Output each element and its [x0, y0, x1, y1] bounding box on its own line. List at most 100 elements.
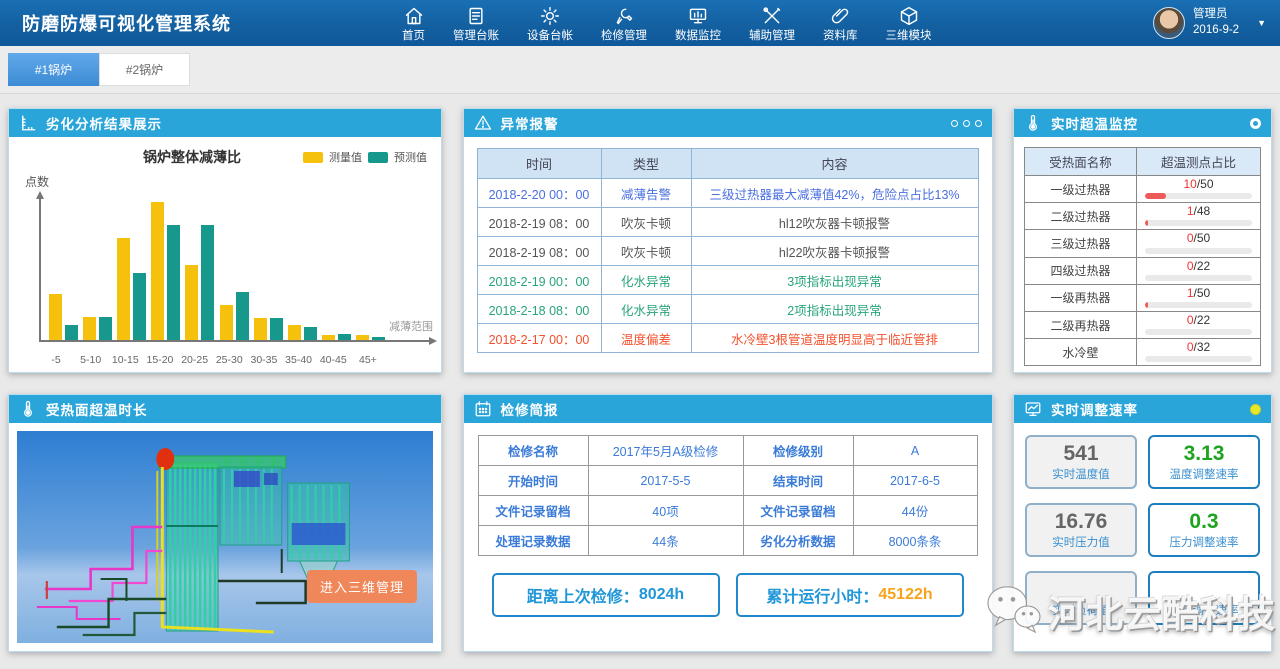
alarm-row[interactable]: 2018-2-17 00：00 温度偏差 水冷壁3根管道温度明显高于临近管排 [477, 324, 978, 353]
maintenance-counters: 距离上次检修：8024h 累计运行小时：45122h [478, 573, 978, 617]
maintenance-value: 44份 [853, 496, 977, 526]
user-name: 管理员 [1193, 7, 1239, 23]
surface-name: 一级再热器 [1025, 284, 1137, 311]
surface-name: 二级再热器 [1025, 311, 1137, 338]
panel-rates: 实时调整速率 541 实时温度值 3.13 温度调整速率 16.76 实时压力值… [1013, 394, 1272, 652]
surface-name: 一级过热器 [1025, 176, 1137, 203]
panel-alarms-title: 异常报警 [501, 113, 559, 133]
home-icon [404, 6, 424, 26]
legend-swatch-measured [303, 152, 323, 163]
legend-label-measured: 测量值 [329, 149, 362, 165]
surface-name: 三级过热器 [1025, 230, 1137, 257]
bar-测量值-15-20 [151, 202, 164, 340]
maintenance-value: A [853, 436, 977, 466]
overtemp-col-header: 超温测点占比 [1137, 148, 1261, 176]
nav-item-7[interactable]: 资料库 [809, 0, 872, 46]
bar-测量值--5 [49, 294, 62, 340]
alarm-row[interactable]: 2018-2-19 00：00 化水异常 3项指标出现异常 [477, 266, 978, 295]
nav-item-2[interactable]: 管理台账 [439, 0, 513, 46]
alarms-table: 时间类型内容 2018-2-20 00：00 减薄告警 三级过热器最大减薄值42… [477, 148, 979, 353]
counter-since-last-overhaul[interactable]: 距离上次检修：8024h [492, 573, 720, 617]
nav-item-5[interactable]: 数据监控 [661, 0, 735, 46]
maintenance-label: 文件记录留档 [743, 496, 853, 526]
x-axis-arrow [429, 337, 437, 345]
bar-测量值-20-25 [185, 265, 198, 340]
rate-value: 0.3 [1189, 510, 1218, 534]
nav-item-4[interactable]: 检修管理 [587, 0, 661, 46]
surface-name: 水冷壁 [1025, 339, 1137, 366]
nav-item-3[interactable]: 设备台帐 [513, 0, 587, 46]
overtemp-ratio: 0/22 [1137, 257, 1261, 284]
chart-title: 锅炉整体减薄比 [143, 147, 241, 167]
ratio-progressbar [1145, 220, 1252, 226]
nav-item-label: 管理台账 [453, 27, 499, 43]
chart-plot-area: 减薄范围 [39, 199, 429, 342]
bar-group-35-40 [288, 325, 317, 340]
nav-item-label: 首页 [402, 27, 425, 43]
user-avatar[interactable] [1153, 7, 1185, 39]
maintenance-row: 检修名称 2017年5月A级检修检修级别 A [478, 436, 977, 466]
ratio-progressbar [1145, 329, 1252, 335]
overtemp-ratio: 1/50 [1137, 284, 1261, 311]
nav-item-6[interactable]: 辅助管理 [735, 0, 809, 46]
rate-value: 541 [1063, 442, 1098, 466]
maintenance-row: 开始时间 2017-5-5结束时间 2017-6-5 [478, 466, 977, 496]
bar-预测值-40-45 [338, 334, 351, 340]
overtemp-ratio: 0/22 [1137, 311, 1261, 338]
overtemp-ratio: 10/50 [1137, 176, 1261, 203]
ledger-icon [466, 6, 486, 26]
rate-card-温度调整速率: 3.13 温度调整速率 [1148, 435, 1260, 489]
tools-icon [762, 6, 782, 26]
degradation-chart: 锅炉整体减薄比 测量值 预测值 点数 减薄范围 [9, 137, 441, 372]
user-box[interactable]: 管理员 2016-9-2 ▼ [1153, 0, 1266, 46]
overtemp-row: 水冷壁 0/32 [1025, 339, 1261, 366]
overtemp-table: 受热面名称超温测点占比 一级过热器 10/50 二级过热器 1/48 三级过热器… [1024, 147, 1261, 366]
enter-3d-management-button[interactable]: 进入三维管理 [307, 570, 417, 603]
counter-total-run-hours[interactable]: 累计运行小时：45122h [736, 573, 964, 617]
bar-group-25-30 [220, 292, 249, 340]
alarms-col-header: 时间 [477, 149, 601, 179]
overtemp-row: 三级过热器 0/50 [1025, 230, 1261, 257]
rate-label: 实时压力值 [1052, 534, 1110, 550]
chevron-down-icon[interactable]: ▼ [1257, 18, 1266, 28]
nav-item-8[interactable]: 三维模块 [872, 0, 946, 46]
nav-item-1[interactable]: 首页 [388, 0, 439, 46]
overtemp-row: 一级再热器 1/50 [1025, 284, 1261, 311]
y-axis-label: 点数 [25, 173, 49, 190]
x-axis-label: 减薄范围 [389, 318, 433, 334]
bar-group-15-20 [151, 202, 180, 340]
bar-group-40-45 [322, 334, 351, 340]
bar-预测值-10-15 [133, 273, 146, 340]
monitor-chart-icon [1024, 400, 1042, 418]
tab-boiler-1[interactable]: #1锅炉 [8, 53, 99, 86]
ratio-progressbar [1145, 275, 1252, 281]
boiler-3d-view[interactable]: 进入三维管理 [17, 431, 433, 643]
panel-rates-title: 实时调整速率 [1051, 399, 1138, 419]
maintenance-label: 文件记录留档 [478, 496, 588, 526]
alarm-row[interactable]: 2018-2-19 08：00 吹灰卡顿 hl22吹灰器卡顿报警 [477, 237, 978, 266]
alarm-row[interactable]: 2018-2-20 00：00 减薄告警 三级过热器最大减薄值42%，危险点占比… [477, 179, 978, 208]
alarm-row[interactable]: 2018-2-19 08：00 吹灰卡顿 hl12吹灰器卡顿报警 [477, 208, 978, 237]
rate-value: 16.76 [1055, 510, 1108, 534]
ratio-progressbar [1145, 248, 1252, 254]
ruler-icon [19, 114, 37, 132]
cube-icon [899, 6, 919, 26]
maintenance-label: 开始时间 [478, 466, 588, 496]
surface-name: 二级过热器 [1025, 203, 1137, 230]
panel-maintenance: 检修简报 检修名称 2017年5月A级检修检修级别 A开始时间 2017-5-5… [463, 394, 993, 652]
maintenance-label: 处理记录数据 [478, 526, 588, 556]
bar-group-5-10 [83, 317, 112, 340]
status-ring-indicator [1250, 118, 1261, 129]
tab-boiler-2[interactable]: #2锅炉 [99, 53, 190, 86]
alarm-row[interactable]: 2018-2-18 08：00 化水异常 2项指标出现异常 [477, 295, 978, 324]
bar-测量值-10-15 [117, 238, 130, 340]
maintenance-value: 8000条条 [853, 526, 977, 556]
panel-maintenance-title: 检修简报 [501, 399, 559, 419]
maintenance-label: 劣化分析数据 [743, 526, 853, 556]
maintenance-value: 44条 [588, 526, 743, 556]
user-date: 2016-9-2 [1193, 23, 1239, 39]
alarms-options-dots[interactable] [951, 120, 982, 127]
panel-degradation: 劣化分析结果展示 锅炉整体减薄比 测量值 预测值 点数 [8, 108, 442, 373]
thermometer-icon [1024, 114, 1042, 132]
nav-item-label: 三维模块 [886, 27, 932, 43]
